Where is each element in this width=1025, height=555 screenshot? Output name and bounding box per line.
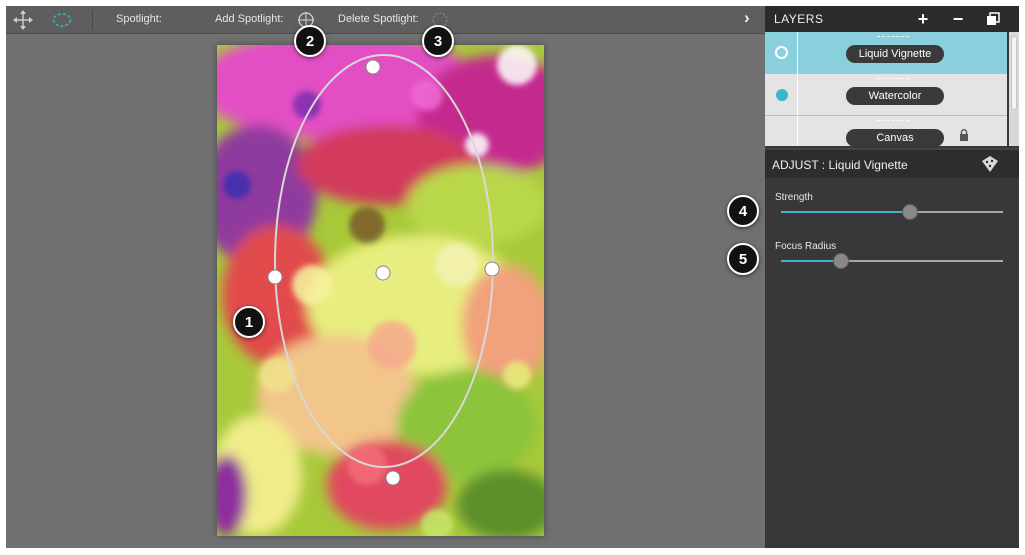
layer-divider xyxy=(797,74,798,116)
strength-slider-fill xyxy=(781,211,910,213)
strength-label: Strength xyxy=(775,192,813,203)
focus-radius-slider[interactable] xyxy=(781,253,1003,269)
watercolor-photo xyxy=(217,45,544,536)
callout-marker: 5 xyxy=(727,243,759,275)
visibility-toggle-icon[interactable] xyxy=(775,46,788,59)
layer-name: Canvas xyxy=(846,129,944,146)
strength-slider-thumb[interactable] xyxy=(901,204,918,220)
delete-spotlight-label: Delete Spotlight: xyxy=(338,13,419,25)
callout-marker: 1 xyxy=(233,306,265,338)
spotlight-toolbar: Spotlight: Add Spotlight: Delete Spotlig… xyxy=(6,6,765,34)
callout-marker: 4 xyxy=(727,195,759,227)
side-panel: LAYERS + − Liquid Vignette Watercolor Ca… xyxy=(765,6,1019,548)
visibility-toggle-icon[interactable] xyxy=(776,89,788,101)
strength-slider[interactable] xyxy=(781,204,1003,220)
move-arrows-icon[interactable] xyxy=(12,9,34,31)
callout-marker: 3 xyxy=(422,25,454,57)
layer-name: Liquid Vignette xyxy=(846,45,944,63)
lock-icon xyxy=(959,128,969,146)
focus-radius-slider-fill xyxy=(781,260,841,262)
ellipse-select-icon[interactable] xyxy=(51,9,73,31)
layer-drag-handle[interactable] xyxy=(877,120,909,121)
duplicate-layer-icon[interactable] xyxy=(983,9,1003,29)
layer-drag-handle[interactable] xyxy=(877,78,909,79)
layer-divider xyxy=(797,116,798,146)
callout-marker: 2 xyxy=(294,25,326,57)
layer-row-liquid-vignette[interactable]: Liquid Vignette xyxy=(765,32,1007,74)
dice-icon[interactable] xyxy=(981,155,999,178)
focus-radius-label: Focus Radius xyxy=(775,241,837,252)
focus-radius-slider-thumb[interactable] xyxy=(832,253,849,269)
adjust-header: ADJUST : Liquid Vignette xyxy=(765,148,1019,178)
add-spotlight-label: Add Spotlight: xyxy=(215,13,284,25)
layer-divider xyxy=(797,32,798,74)
add-layer-button[interactable]: + xyxy=(913,9,933,29)
toolbar-separator xyxy=(92,10,93,30)
image-canvas[interactable] xyxy=(6,34,765,548)
layers-header: LAYERS + − xyxy=(765,6,1019,32)
layers-title: LAYERS xyxy=(774,12,824,26)
layer-name: Watercolor xyxy=(846,87,944,105)
layers-list: Liquid Vignette Watercolor Canvas xyxy=(765,32,1007,146)
spotlight-label: Spotlight: xyxy=(116,13,162,25)
scrollbar-thumb[interactable] xyxy=(1011,36,1017,110)
chevron-right-icon[interactable]: › xyxy=(744,8,750,28)
layers-scrollbar[interactable] xyxy=(1009,32,1019,146)
adjust-title: ADJUST : Liquid Vignette xyxy=(772,158,908,172)
layer-drag-handle[interactable] xyxy=(877,36,909,37)
layer-row-watercolor[interactable]: Watercolor xyxy=(765,74,1007,116)
remove-layer-button[interactable]: − xyxy=(948,9,968,29)
layer-row-canvas[interactable]: Canvas xyxy=(765,116,1007,146)
app-window: Spotlight: Add Spotlight: Delete Spotlig… xyxy=(6,6,1019,548)
